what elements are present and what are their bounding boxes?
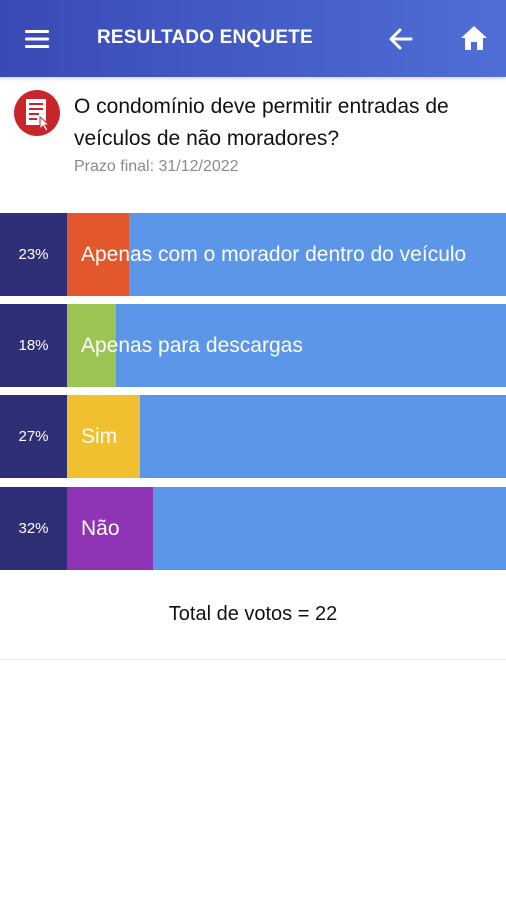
poll-document-icon	[13, 89, 61, 137]
option-label: Sim	[81, 424, 118, 448]
app-bar: RESULTADO ENQUETE	[0, 0, 506, 77]
divider	[0, 659, 506, 660]
option-label: Apenas com o morador dentro do veículo	[81, 242, 467, 266]
option-label: Não	[81, 516, 120, 540]
home-icon[interactable]	[459, 23, 489, 53]
poll-option-row[interactable]: 23% Apenas com o morador dentro do veícu…	[0, 213, 506, 296]
poll-question: O condomínio deve permitir entradas de v…	[74, 95, 449, 150]
deadline-text: Prazo final: 31/12/2022	[74, 158, 239, 175]
arrow-left-icon[interactable]	[387, 25, 415, 53]
option-percent: 18%	[0, 304, 67, 387]
option-percent: 32%	[0, 487, 67, 570]
poll-question-section: O condomínio deve permitir entradas de v…	[0, 77, 506, 213]
option-label: Apenas para descargas	[81, 333, 303, 357]
option-percent: 23%	[0, 213, 67, 296]
menu-icon[interactable]	[22, 24, 52, 54]
option-percent: 27%	[0, 395, 67, 478]
poll-option-row[interactable]: 18% Apenas para descargas	[0, 304, 506, 387]
poll-option-row[interactable]: 27% Sim	[0, 395, 506, 478]
total-votes: Total de votos = 22	[168, 603, 338, 625]
poll-option-row[interactable]: 32% Não	[0, 487, 506, 570]
page-title: RESULTADO ENQUETE	[97, 27, 313, 48]
